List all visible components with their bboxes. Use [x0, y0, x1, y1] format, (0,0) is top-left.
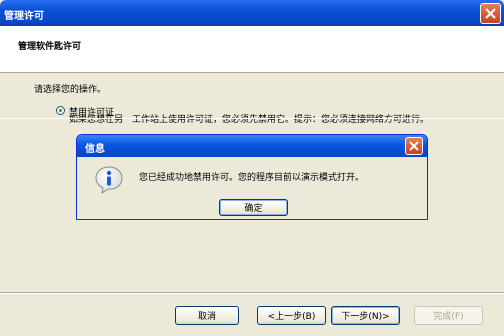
dialog-message: 您已经成功地禁用许可。您的程序目前以演示模式打开。 [139, 173, 365, 183]
cancel-button[interactable]: 取消 [175, 306, 239, 325]
info-icon [95, 166, 123, 195]
window-titlebar: 管理许可 [0, 0, 504, 26]
dialog-title: 信息 [85, 144, 105, 155]
disable-license-radio[interactable] [56, 106, 65, 115]
header-title: 管理软件匙许可 [18, 42, 82, 52]
next-button[interactable]: 下一步(N)> [331, 306, 400, 325]
window-close-button[interactable] [480, 3, 501, 24]
wizard-header: 管理软件匙许可 [0, 26, 504, 73]
dialog-titlebar: 信息 [77, 135, 427, 157]
divider-line [0, 118, 504, 119]
back-button[interactable]: <上一步(B) [257, 306, 326, 325]
dialog-close-button[interactable] [405, 137, 423, 155]
close-icon [409, 141, 419, 151]
bottom-divider-highlight [0, 293, 504, 294]
option-description: 如果您想在另一工作站上使用许可证，您必须先禁用它。提示：您必须连接网络方可进行。 [69, 115, 430, 125]
finish-button[interactable]: 完成(F) [414, 306, 483, 325]
close-icon [485, 8, 496, 19]
prompt-text: 请选择您的操作。 [34, 85, 107, 95]
info-dialog: 信息 您已经成功地禁用许可。您的程序目前以演示模式打开。 确定 [76, 134, 428, 220]
window-title: 管理许可 [4, 11, 44, 22]
ok-button[interactable]: 确定 [219, 199, 288, 216]
